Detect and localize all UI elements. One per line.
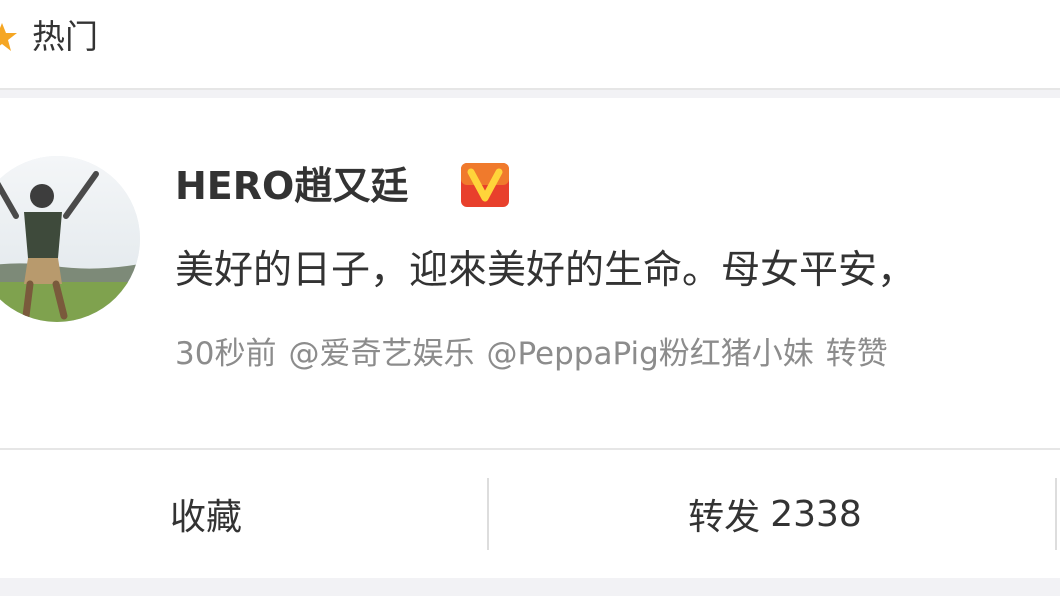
- favorite-button[interactable]: 收藏: [0, 450, 412, 578]
- author-name[interactable]: HERO趙又廷: [175, 162, 408, 210]
- repost-button[interactable]: 转发 2338: [490, 450, 1060, 578]
- repost-label: 转发: [688, 497, 761, 538]
- post-action-bar: 收藏 转发 2338: [0, 450, 1060, 578]
- avatar[interactable]: [0, 156, 140, 322]
- verified-v-icon: [461, 163, 509, 207]
- mention-link[interactable]: @爱奇艺娱乐: [288, 336, 474, 372]
- favorite-label: 收藏: [169, 497, 242, 538]
- weibo-page: 热门 HERO趙又廷 美好的日子，迎來美好的生命。母女平安， 30秒前 @爱奇艺…: [0, 0, 1060, 596]
- action-separator: [1055, 478, 1057, 550]
- post-text: 美好的日子，迎來美好的生命。母女平安，: [175, 248, 917, 293]
- post-timestamp[interactable]: 30秒前: [175, 336, 276, 372]
- weibo-post-card: HERO趙又廷 美好的日子，迎來美好的生命。母女平安， 30秒前 @爱奇艺娱乐 @P…: [0, 98, 1060, 450]
- meta-trailing-text: 转赞: [825, 336, 888, 372]
- hot-tab-bar: 热门: [0, 0, 1060, 90]
- section-gap: [0, 90, 1060, 98]
- post-meta: 30秒前 @爱奇艺娱乐 @PeppaPig粉红猪小妹 转赞: [175, 334, 900, 374]
- section-gap: [0, 578, 1060, 596]
- star-icon: [0, 23, 17, 51]
- action-separator: [487, 478, 489, 550]
- hot-tab-label[interactable]: 热门: [32, 16, 98, 58]
- mention-link[interactable]: @PeppaPig粉红猪小妹: [486, 336, 813, 372]
- repost-count: 2338: [770, 493, 862, 535]
- avatar-image: [0, 156, 140, 322]
